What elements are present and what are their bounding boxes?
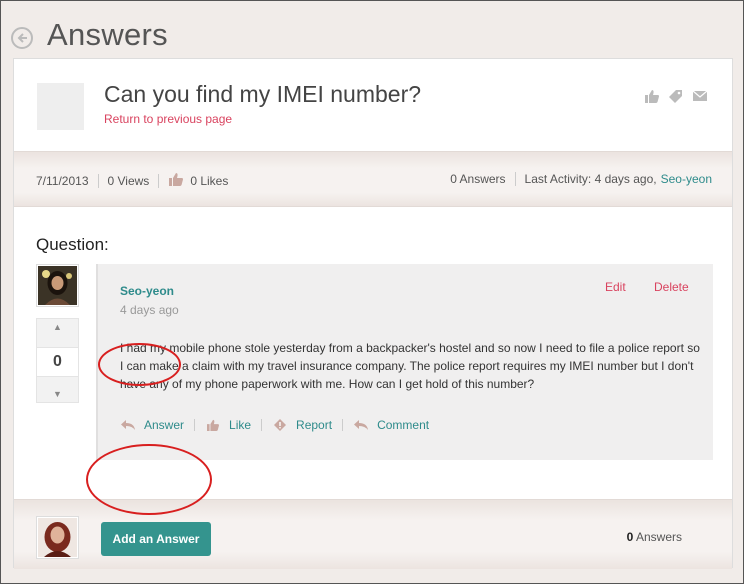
warning-diamond-icon [272,419,288,431]
post-body: I had my mobile phone stole yesterday fr… [120,341,700,391]
page-title: Answers [47,17,168,52]
vote-widget: ▲ 0 ▼ [36,318,79,403]
back-arrow-icon[interactable] [11,27,33,49]
screen-frame: Answers Can you find my IMEI number? Ret… [0,0,744,584]
answer-action[interactable]: Answer [120,418,184,432]
thumbs-up-icon[interactable] [644,89,660,103]
vote-up-button[interactable]: ▲ [37,322,78,332]
current-user-avatar [36,516,79,559]
like-icon [168,172,184,189]
delete-link[interactable]: Delete [654,280,689,294]
report-action[interactable]: Report [272,418,332,432]
vote-count: 0 [37,347,78,377]
post-actions: Answer Like Report Comment [120,418,429,432]
return-link[interactable]: Return to previous page [104,112,232,126]
view-count: 0 Views [107,173,150,188]
thumbs-up-icon [205,419,221,431]
question-header: Can you find my IMEI number? Return to p… [14,59,732,151]
question-meta-bar: 7/11/2013 0 Views 0 Likes 0 Answers Last… [14,151,732,207]
section-label: Question: [36,235,109,254]
reply-arrow-icon [353,419,369,431]
question-tools [644,89,708,103]
tag-icon[interactable] [668,89,684,103]
question-post: Seo-yeon 4 days ago Edit Delete I had my… [96,264,713,460]
vote-down-button[interactable]: ▼ [37,389,78,399]
answer-count: 0 Answers [450,172,506,186]
author-avatar[interactable] [36,264,79,307]
page-header: Answers [11,13,168,57]
question-date: 7/11/2013 [36,173,89,188]
question-thumbnail [37,83,84,130]
last-activity-user-link[interactable]: Seo-yeon [661,172,712,186]
reply-arrow-icon [120,419,136,431]
question-title: Can you find my IMEI number? [104,81,422,107]
highlight-circle [98,343,181,386]
last-activity: Last Activity: 4 days ago, [524,172,657,186]
highlight-circle [86,444,212,515]
add-answer-button[interactable]: Add an Answer [101,522,211,556]
comment-action[interactable]: Comment [353,418,429,432]
like-action[interactable]: Like [205,418,251,432]
post-timestamp: 4 days ago [120,303,179,317]
edit-link[interactable]: Edit [605,280,626,294]
post-author-link[interactable]: Seo-yeon [120,284,174,298]
footer-answer-count: 0 Answers [626,530,682,544]
envelope-icon[interactable] [692,89,708,103]
like-count: 0 Likes [190,173,229,188]
